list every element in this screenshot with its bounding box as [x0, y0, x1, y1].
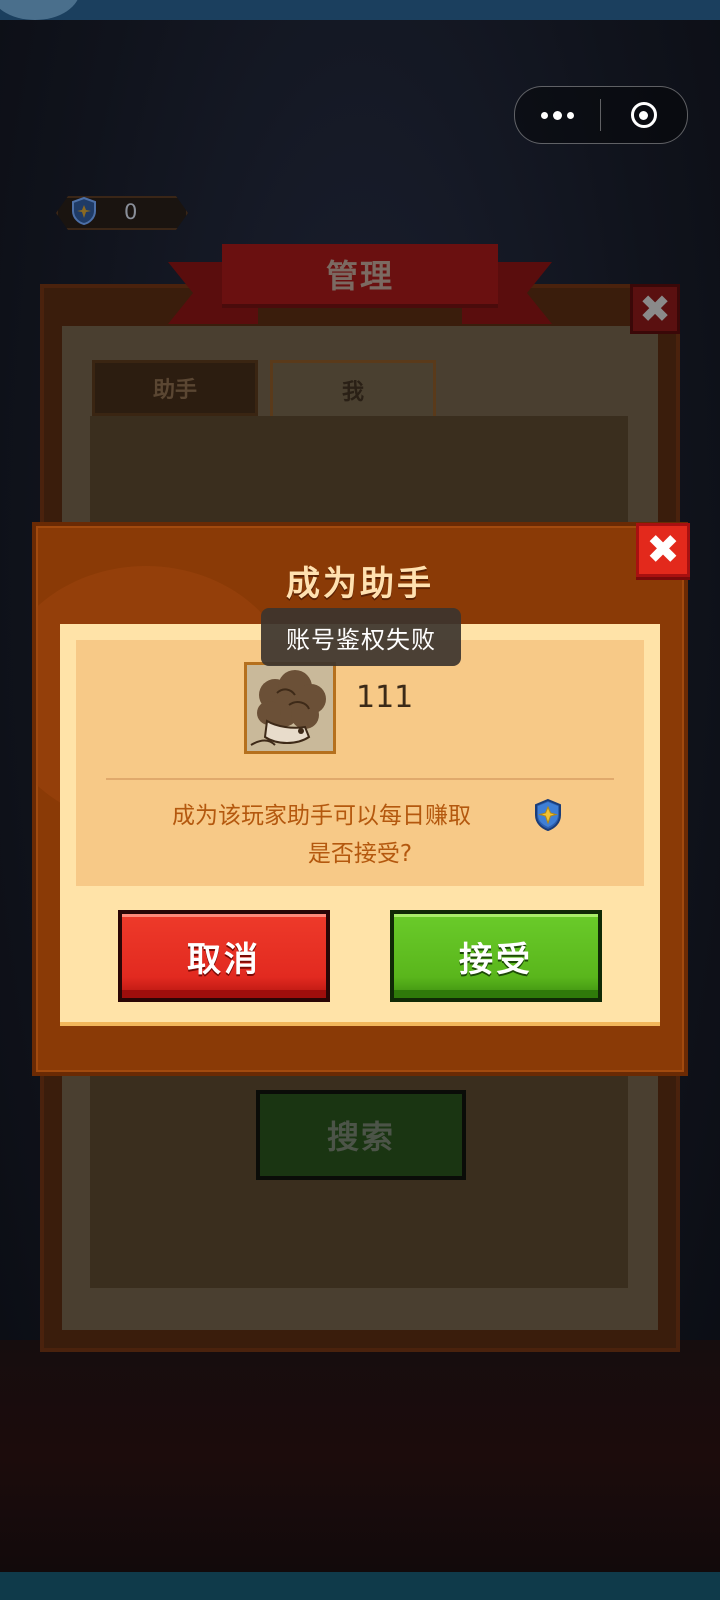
player-name: 111 — [356, 680, 414, 715]
avatar — [244, 662, 336, 754]
currency-value: 0 — [124, 200, 138, 224]
target-circle-icon — [630, 102, 657, 128]
info-divider — [106, 778, 614, 780]
cancel-button[interactable]: 取消 — [118, 910, 330, 1002]
top-strip — [0, 0, 720, 20]
panel-title: 管理 — [325, 257, 394, 295]
bottom-strip — [0, 1572, 720, 1600]
shield-star-icon — [535, 798, 561, 832]
tab-me[interactable]: 我 — [270, 360, 436, 416]
dialog-description: 成为该玩家助手可以每日赚取 — [172, 803, 471, 829]
miniprogram-capsule — [514, 86, 688, 144]
dialog-close-button[interactable]: ✖ — [636, 523, 690, 577]
panel-title-ribbon: 管理 — [222, 244, 498, 308]
scene-floor — [0, 1340, 720, 1572]
miniprogram-close-button[interactable] — [601, 87, 686, 143]
avatar-portrait-icon — [247, 665, 333, 751]
accept-button[interactable]: 接受 — [390, 910, 602, 1002]
tab-assistant[interactable]: 助手 — [92, 360, 258, 416]
error-toast: 账号鉴权失败 — [261, 608, 461, 666]
more-dots-icon[interactable] — [515, 87, 600, 143]
dialog-title: 成为助手 — [286, 564, 434, 604]
panel-close-button[interactable]: ✖ — [630, 284, 680, 334]
shield-star-icon — [72, 196, 96, 226]
search-button[interactable]: 搜索 — [256, 1090, 466, 1180]
dialog-question: 是否接受? — [307, 841, 413, 867]
